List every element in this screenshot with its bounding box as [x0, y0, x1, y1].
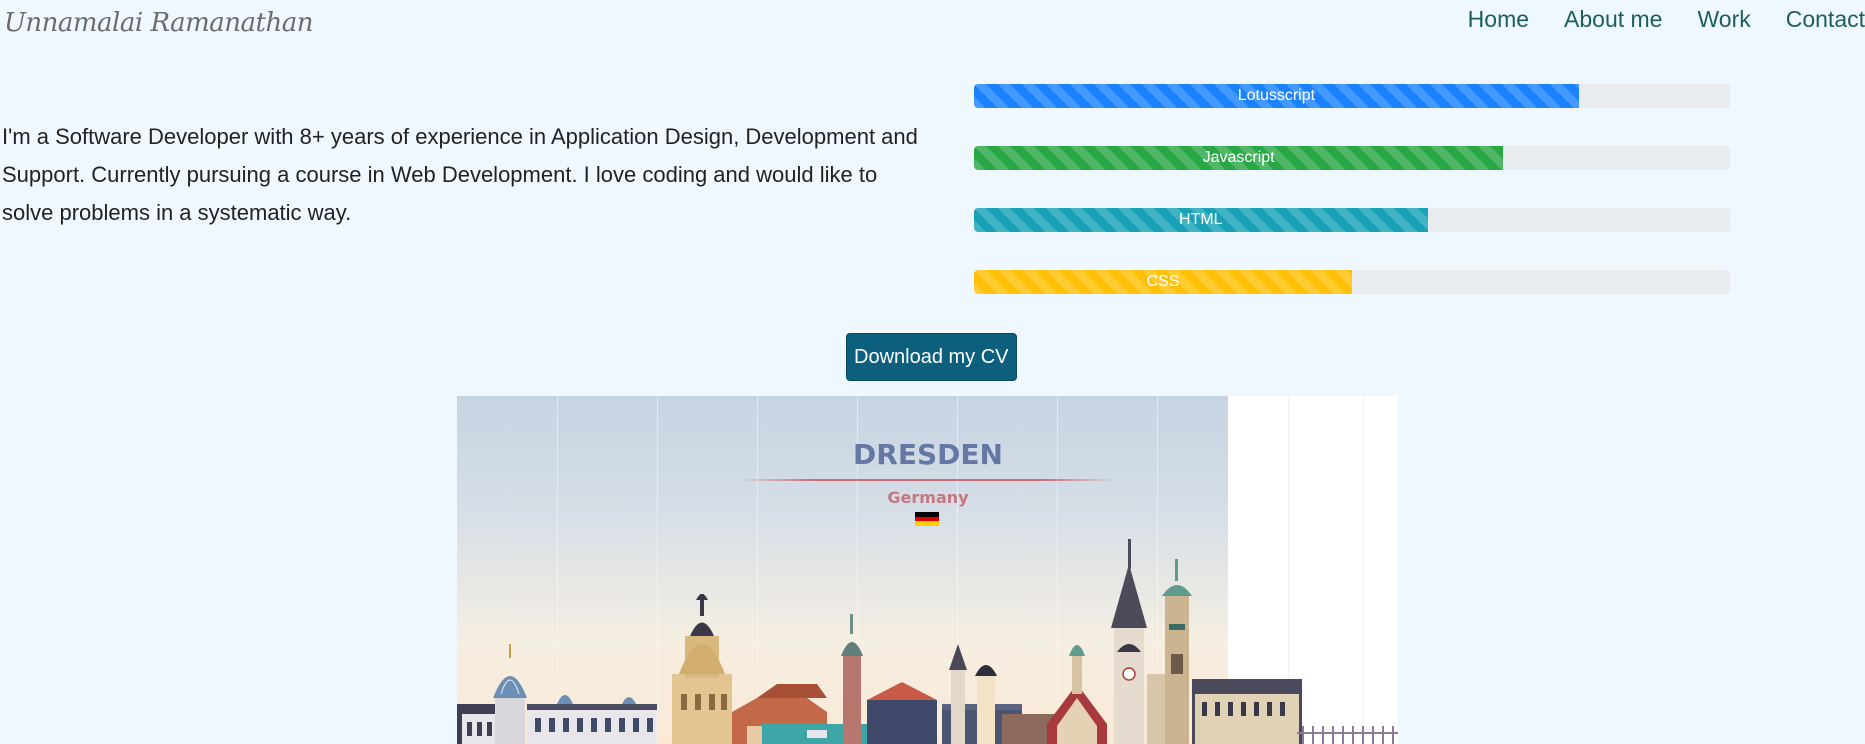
- skills-progress-list: Lotusscript Javascript HTML CSS: [974, 84, 1730, 332]
- nav-about-link[interactable]: About me: [1529, 6, 1662, 33]
- banner-title-rule: [739, 479, 1117, 481]
- skill-label: HTML: [1179, 211, 1223, 228]
- brand-logo[interactable]: Unnamalai Ramanathan: [4, 8, 313, 38]
- skill-bar-css: CSS: [974, 270, 1730, 294]
- nav-work-link[interactable]: Work: [1662, 6, 1750, 33]
- intro-paragraph: I'm a Software Developer with 8+ years o…: [2, 124, 918, 225]
- skill-label: Lotusscript: [1237, 87, 1316, 104]
- download-cv-button[interactable]: Download my CV: [846, 333, 1017, 381]
- main-nav: Home About me Work Contact: [1433, 6, 1865, 33]
- nav-home-link[interactable]: Home: [1433, 6, 1529, 33]
- skill-bar-lotusscript: Lotusscript: [974, 84, 1730, 108]
- dresden-banner-image: DRESDEN Germany: [457, 396, 1398, 744]
- skill-label: Javascript: [1202, 149, 1275, 166]
- skill-label: CSS: [1146, 273, 1180, 290]
- skill-bar-javascript: Javascript: [974, 146, 1730, 170]
- skill-bar-html: HTML: [974, 208, 1730, 232]
- dresden-skyline-illustration: [457, 539, 1398, 744]
- nav-contact-link[interactable]: Contact: [1751, 6, 1865, 33]
- banner-city-title: DRESDEN: [853, 438, 1003, 471]
